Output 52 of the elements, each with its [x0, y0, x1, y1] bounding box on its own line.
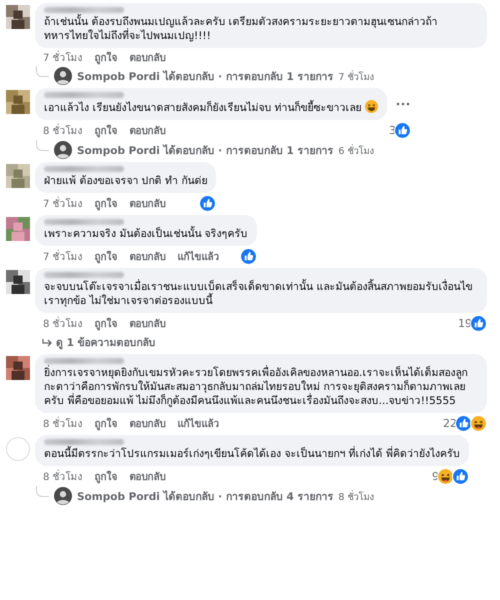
laughing-face-icon	[365, 100, 378, 113]
comment-text: เพราะความจริง มันต้องเป็นเช่นนั้น จริงๆครับ	[44, 227, 248, 241]
comment-text: ตอนนี้มีตรรกะว่าโปรแกรมเมอร์เก่งๆเขียนโค้ดได้เอง จะเป็นนายกฯ ที่เก่งได้ พี่คิดว่ายังไงครับ	[44, 447, 460, 461]
reply-time: 8 ชั่วโมง	[338, 489, 374, 504]
like-icon	[240, 248, 257, 265]
replies-link[interactable]: Sompob Pordi ได้ตอบกลับ · การตอบกลับ 4 รายการ	[77, 488, 334, 504]
comment-action[interactable]: ตอบกลับ	[130, 50, 166, 65]
comment-action[interactable]: ถูกใจ	[94, 50, 118, 65]
comment-time[interactable]: 8 ชั่วโมง	[43, 416, 83, 431]
comment-time[interactable]: 8 ชั่วโมง	[43, 123, 83, 138]
comment-action[interactable]: ตอบกลับ	[130, 469, 166, 484]
comment-time[interactable]: 7 ชั่วโมง	[43, 196, 83, 211]
comment-action[interactable]: ถูกใจ	[94, 123, 118, 138]
like-icon	[455, 415, 472, 432]
like-icon	[394, 122, 412, 139]
comment-action[interactable]: ตอบกลับ	[130, 416, 166, 431]
comment-action[interactable]: ตอบกลับ	[130, 123, 166, 138]
comment-text: ถ้าเช่นนั้น ต้องรบถึงพนมเปญแล้วละครับ เตรียมตัวสงครามระยะยาวตามฮุนเซนกล่าวถ้าทหารไทยใจไม่ถึงที่จะไปพนมเปญ!!!!	[44, 15, 439, 43]
laughing-face-icon	[470, 415, 487, 432]
comment-action[interactable]: ถูกใจ	[94, 316, 118, 331]
comment-action[interactable]: แก้ไขแล้ว	[178, 249, 220, 264]
comment-text: ยิ่งการเจรจาหยุดยิงกับเขมรหัวคะรวยโดยพรรคเพื่ออังเคิลของหลานออ.เราจะเห็นได้เต็มสองลูกกะตาว่าคือการพักรบให้มันสะสมอาวุธกลับมาถล่มไทยรอบใหม่ การจะยุติสงครามก็ตามภาพเลยครับ พี่คือขอยอมแพ้ ไม่มึงก็กูต้องมีคนนึงแพ้และคนนึงชนะเรื่องมันถึงจะสงบ...จบข่าว!!5555	[44, 366, 468, 408]
view-replies-link[interactable]: ดู 1 ข้อความตอบกลับ	[56, 334, 156, 351]
comment-action[interactable]: ถูกใจ	[94, 469, 118, 484]
reply-arrow-icon	[42, 338, 52, 346]
comment-text: เอาแล้วไง เรียนยังไงขนาดสายสังคมก็ยังเรียนไม่จบ ท่านก็ขยี้ซะขาวเลย	[44, 100, 378, 115]
like-icon	[199, 195, 216, 212]
avatar-icon[interactable]	[54, 487, 72, 505]
comment-action[interactable]: ตอบกลับ	[130, 316, 166, 331]
like-icon	[470, 315, 487, 332]
comment-action[interactable]: ถูกใจ	[94, 196, 118, 211]
comment-time[interactable]: 8 ชั่วโมง	[43, 469, 83, 484]
reply-time: 7 ชั่วโมง	[338, 69, 374, 84]
more-icon[interactable]	[395, 100, 412, 108]
comment-time[interactable]: 7 ชั่วโมง	[43, 50, 83, 65]
laughing-face-icon	[437, 468, 454, 485]
like-icon	[452, 468, 470, 485]
comment-action[interactable]: ตอบกลับ	[130, 196, 166, 211]
replies-link[interactable]: Sompob Pordi ได้ตอบกลับ · การตอบกลับ 1 รายการ	[77, 68, 334, 84]
reaction-count[interactable]: 22	[443, 417, 457, 430]
comment-action[interactable]: แก้ไขแล้ว	[178, 416, 220, 431]
comment-action[interactable]: ตอบกลับ	[130, 249, 166, 264]
comment-time[interactable]: 7 ชั่วโมง	[43, 249, 83, 264]
avatar-icon[interactable]	[54, 67, 72, 85]
replies-link[interactable]: Sompob Pordi ได้ตอบกลับ · การตอบกลับ 1 รายการ	[77, 142, 334, 158]
comment-text: จะจบบนโต๊ะเจรจาเมื่อเราชนะแบบเบ็ดเสร็จเด็ดขาดเท่านั้น และมันต้องสิ้นสภาพยอมรับเงื่อนไขเราทุกข้อ ไม่ใช่มาเจรจาต่อรองแบบนี้	[44, 280, 474, 308]
comment-time[interactable]: 8 ชั่วโมง	[43, 316, 83, 331]
comment-action[interactable]: ถูกใจ	[94, 249, 118, 264]
reply-time: 6 ชั่วโมง	[338, 143, 374, 158]
comment-action[interactable]: ถูกใจ	[94, 416, 118, 431]
avatar-icon[interactable]	[54, 141, 72, 159]
comment-text: ฝ่ายแพ้ ต้องขอเจรจา ปกติ ทำ กันด่ย	[44, 174, 208, 188]
